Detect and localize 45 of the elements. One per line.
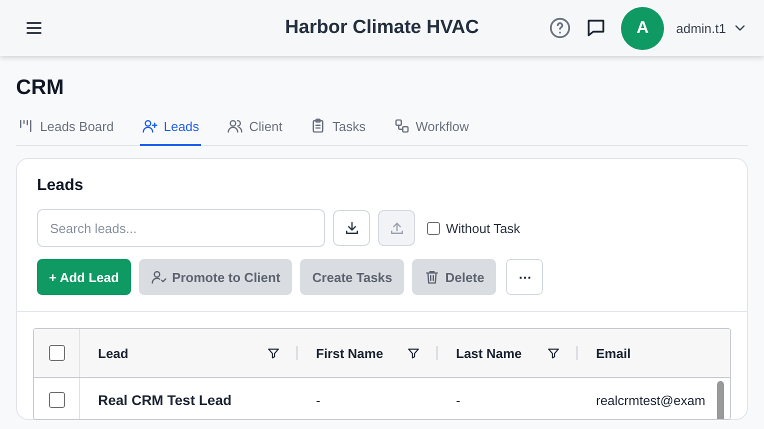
more-button[interactable]: ⋯ bbox=[506, 259, 544, 295]
column-header: Email bbox=[596, 346, 631, 360]
card-title: Leads bbox=[37, 177, 84, 195]
clipboard-icon bbox=[310, 118, 326, 134]
upload-icon bbox=[388, 220, 404, 236]
filter-button[interactable] bbox=[547, 346, 560, 360]
workflow-icon bbox=[394, 118, 410, 134]
tab[interactable]: Workflow bbox=[392, 112, 471, 146]
chat-icon bbox=[585, 17, 608, 39]
checkbox-label: Without Task bbox=[446, 220, 520, 236]
user-check-icon bbox=[150, 269, 167, 285]
filter-icon bbox=[267, 346, 280, 360]
help-button[interactable] bbox=[549, 17, 572, 39]
download-icon bbox=[344, 220, 360, 236]
table-cell: - bbox=[456, 392, 460, 408]
trash-icon bbox=[424, 269, 440, 285]
app-title: Harbor Climate HVAC bbox=[284, 17, 480, 39]
filter-icon bbox=[547, 346, 560, 360]
search-field[interactable]: Search leads... bbox=[37, 209, 325, 247]
page-title: CRM bbox=[16, 76, 65, 100]
board-columns-icon bbox=[18, 118, 34, 134]
filter-icon bbox=[407, 346, 420, 360]
column-header: Lead bbox=[98, 346, 128, 360]
help-icon bbox=[549, 17, 572, 39]
without-task-checkbox[interactable] bbox=[427, 222, 440, 234]
table-cell: - bbox=[316, 392, 320, 408]
filter-button[interactable] bbox=[407, 346, 420, 360]
users-icon bbox=[227, 118, 244, 134]
row-checkbox[interactable] bbox=[48, 392, 64, 408]
download-button[interactable] bbox=[333, 210, 370, 246]
tab[interactable]: Client bbox=[225, 112, 284, 146]
column-header: First Name bbox=[316, 346, 384, 360]
avatar[interactable]: A bbox=[621, 6, 664, 50]
table-cell: Real CRM Test Lead bbox=[98, 392, 232, 408]
tab[interactable]: Leads Board bbox=[16, 112, 116, 146]
select-all-checkbox[interactable] bbox=[48, 345, 64, 361]
filter-button[interactable] bbox=[267, 346, 280, 360]
chat-button[interactable] bbox=[585, 17, 608, 39]
tab[interactable]: Leads bbox=[140, 112, 202, 146]
table-cell: realcrmtest@exam bbox=[596, 392, 706, 408]
tab[interactable]: Tasks bbox=[308, 112, 368, 146]
user-menu[interactable]: admin.t1 bbox=[676, 20, 748, 36]
column-header: Last Name bbox=[456, 346, 522, 360]
add-lead-button[interactable]: + Add Lead bbox=[37, 259, 131, 295]
user-plus-icon bbox=[142, 118, 158, 134]
